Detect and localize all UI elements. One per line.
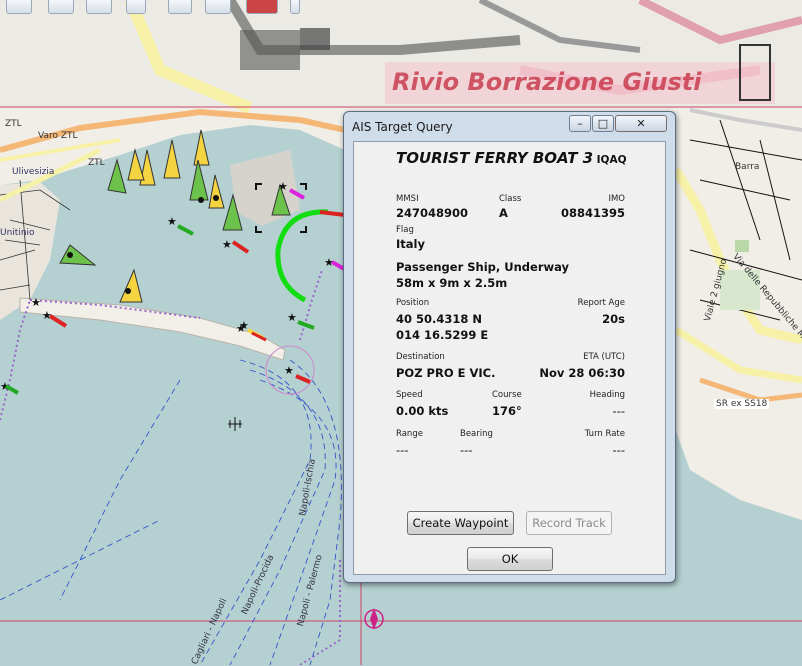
flag-value: Italy bbox=[396, 237, 425, 251]
imo-label: IMO bbox=[608, 194, 625, 204]
map-label-ztl-3: ZTL bbox=[88, 158, 105, 168]
svg-text:★: ★ bbox=[287, 311, 297, 324]
mmsi-value: 247048900 bbox=[396, 206, 469, 220]
close-button[interactable]: ✕ bbox=[615, 115, 667, 132]
toolbar-button-3[interactable] bbox=[86, 0, 112, 14]
destination-value: POZ PRO E VIC. bbox=[396, 366, 496, 380]
map-header-text: Rivio Borrazione Giusti bbox=[392, 68, 702, 96]
map-label-street-1: Ulivesizia bbox=[12, 167, 55, 177]
eta-label: ETA (UTC) bbox=[583, 352, 625, 362]
mmsi-label: MMSI bbox=[396, 194, 419, 204]
ship-type: Passenger Ship, Underway bbox=[396, 260, 570, 274]
toolbar-button-5[interactable] bbox=[168, 0, 192, 14]
maximize-button[interactable]: □ bbox=[592, 115, 614, 132]
svg-text:★: ★ bbox=[278, 180, 288, 193]
map-label-ztl-1: ZTL bbox=[5, 119, 22, 129]
map-label-barra: Barra bbox=[735, 162, 760, 172]
course-value: 176° bbox=[492, 404, 522, 418]
callsign: IQAQ bbox=[596, 154, 627, 166]
toolbar-button-4[interactable] bbox=[126, 0, 146, 14]
class-value: A bbox=[499, 206, 508, 220]
heading-value: --- bbox=[612, 404, 625, 418]
latitude-value: 40 50.4318 N bbox=[396, 312, 483, 326]
report-age-label: Report Age bbox=[577, 298, 625, 308]
record-track-button[interactable]: Record Track bbox=[526, 511, 612, 535]
dialog-content: TOURIST FERRY BOAT 3 IQAQ MMSI 247048900… bbox=[353, 141, 666, 575]
chart-toolbar bbox=[0, 0, 330, 18]
eta-value: Nov 28 06:30 bbox=[539, 366, 625, 380]
class-label: Class bbox=[499, 194, 522, 204]
ais-target-query-dialog: AIS Target Query – □ ✕ TOURIST FERRY BOA… bbox=[343, 111, 676, 583]
course-label: Course bbox=[492, 390, 522, 400]
heading-label: Heading bbox=[589, 390, 625, 400]
ok-button[interactable]: OK bbox=[467, 547, 553, 571]
flag-label: Flag bbox=[396, 225, 414, 235]
position-label: Position bbox=[396, 298, 430, 308]
map-label-ztl-2: Varo ZTL bbox=[38, 131, 78, 141]
range-value: --- bbox=[396, 443, 409, 457]
destination-label: Destination bbox=[396, 352, 445, 362]
vessel-header: TOURIST FERRY BOAT 3 IQAQ bbox=[396, 149, 627, 167]
imo-value: 08841395 bbox=[560, 206, 625, 220]
target-info-panel: TOURIST FERRY BOAT 3 IQAQ MMSI 247048900… bbox=[360, 146, 643, 528]
speed-label: Speed bbox=[396, 390, 423, 400]
create-waypoint-button[interactable]: Create Waypoint bbox=[407, 511, 514, 535]
map-label-sr-ss18: SR ex SS18 bbox=[714, 399, 770, 409]
toolbar-button-8[interactable] bbox=[290, 0, 300, 14]
vessel-name: TOURIST FERRY BOAT 3 bbox=[396, 149, 594, 167]
dialog-title: AIS Target Query bbox=[352, 120, 453, 134]
dialog-titlebar[interactable]: AIS Target Query – □ ✕ bbox=[344, 112, 675, 140]
turn-rate-value: --- bbox=[612, 443, 625, 457]
map-label-street-2: Unitinio bbox=[0, 228, 35, 238]
toolbar-button-2[interactable] bbox=[48, 0, 74, 14]
turn-rate-label: Turn Rate bbox=[584, 429, 625, 439]
svg-text:★: ★ bbox=[239, 319, 249, 332]
bearing-value: --- bbox=[460, 443, 473, 457]
range-label: Range bbox=[396, 429, 423, 439]
longitude-value: 014 16.5299 E bbox=[396, 328, 489, 342]
ship-dimensions: 58m x 9m x 2.5m bbox=[396, 276, 508, 290]
toolbar-button-6[interactable] bbox=[205, 0, 231, 14]
svg-text:★: ★ bbox=[222, 238, 232, 251]
minimize-button[interactable]: – bbox=[569, 115, 591, 132]
toolbar-button-7[interactable] bbox=[246, 0, 278, 14]
report-age-value: 20s bbox=[602, 312, 625, 326]
toolbar-button-1[interactable] bbox=[6, 0, 32, 14]
speed-value: 0.00 kts bbox=[396, 404, 449, 418]
svg-text:★: ★ bbox=[167, 215, 177, 228]
bearing-label: Bearing bbox=[460, 429, 493, 439]
svg-text:★: ★ bbox=[284, 364, 294, 377]
svg-text:★: ★ bbox=[31, 296, 41, 309]
